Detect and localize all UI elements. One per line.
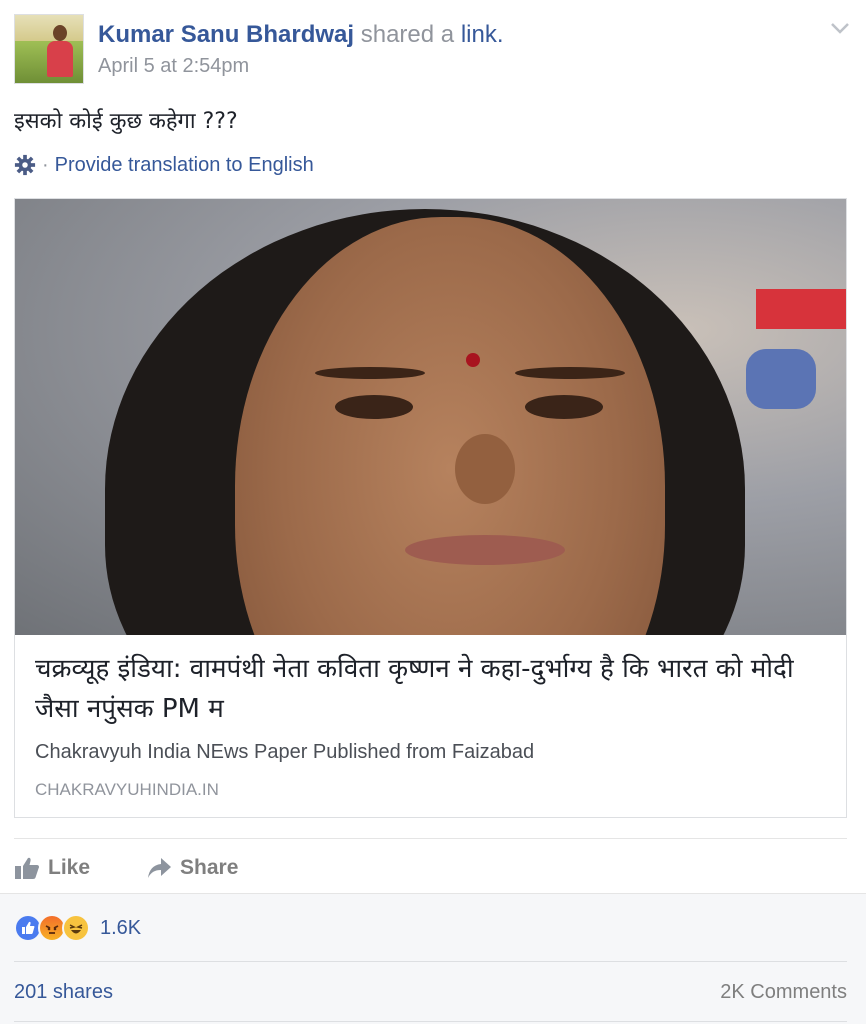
reactions-area: 1.6K 201 shares 2K Comments [0, 893, 866, 1024]
post-text: इसको कोई कुछ कहेगा ??? [14, 109, 238, 134]
author-name[interactable]: Kumar Sanu Bhardwaj [98, 21, 354, 48]
comments-count[interactable]: 2K Comments [720, 981, 847, 1004]
divider [14, 838, 847, 839]
reaction-count[interactable]: 1.6K [100, 917, 141, 940]
portrait-left-brow [315, 367, 425, 379]
background-blue-shape [746, 349, 816, 409]
shares-count[interactable]: 201 shares [14, 981, 113, 1004]
post-timestamp[interactable]: April 5 at 2:54pm [98, 55, 249, 78]
gear-icon[interactable] [14, 154, 36, 176]
like-icon [15, 857, 39, 879]
action-bar: Like Share [14, 848, 294, 888]
link-title[interactable]: चक्रव्यूह इंडिया: वामपंथी नेता कविता कृष… [35, 649, 825, 729]
avatar[interactable] [14, 14, 84, 84]
avatar-person-torso [47, 41, 73, 77]
shared-text: shared a [360, 21, 455, 48]
chevron-down-icon[interactable] [828, 18, 852, 38]
link-card[interactable]: चक्रव्यूह इंडिया: वामपंथी नेता कविता कृष… [14, 198, 847, 818]
share-button[interactable]: Share [146, 856, 238, 880]
translate-row: · Provide translation to English [14, 151, 314, 179]
portrait-lips [405, 535, 565, 565]
haha-reaction-icon [62, 914, 90, 942]
translate-link[interactable]: Provide translation to English [55, 151, 314, 179]
background-red-shape [756, 289, 846, 329]
link-description: Chakravyuh India NEws Paper Published fr… [35, 741, 535, 763]
link-image[interactable] [15, 199, 846, 635]
avatar-person-head [53, 25, 67, 41]
reaction-summary[interactable]: 1.6K [14, 914, 141, 942]
portrait-right-brow [515, 367, 625, 379]
link-word[interactable]: link. [461, 21, 504, 48]
avatar-sky [15, 15, 83, 43]
portrait-left-eye [335, 395, 413, 419]
like-label: Like [48, 856, 91, 879]
dot-separator: · [42, 154, 49, 176]
link-domain: CHAKRAVYUHINDIA.IN [35, 780, 219, 799]
divider [14, 961, 847, 962]
divider [14, 1021, 847, 1022]
share-icon [148, 858, 172, 878]
portrait-right-eye [525, 395, 603, 419]
author-line: Kumar Sanu Bhardwaj shared a link. [98, 20, 504, 50]
post-header: Kumar Sanu Bhardwaj shared a link. April… [14, 14, 852, 86]
portrait-bindi [466, 353, 480, 367]
portrait-nose [455, 434, 515, 504]
like-button[interactable]: Like [14, 856, 90, 880]
share-label: Share [180, 856, 239, 879]
